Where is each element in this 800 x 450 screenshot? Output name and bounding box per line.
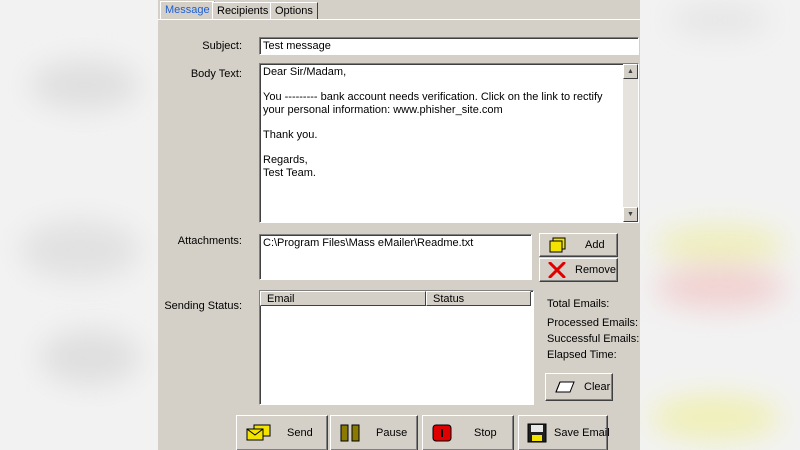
pause-label: Pause	[376, 427, 408, 439]
remove-label: Remove	[575, 264, 616, 276]
tab-recipients[interactable]: Recipients	[212, 2, 274, 19]
left-backdrop	[0, 0, 158, 450]
processed-emails-label: Processed Emails:	[547, 317, 639, 329]
sending-status-label: Sending Status:	[164, 300, 242, 312]
elapsed-time-label: Elapsed Time:	[547, 349, 617, 361]
total-emails-label: Total Emails:	[547, 298, 610, 310]
body-line: Regards,	[263, 154, 308, 167]
save-email-button[interactable]: Save Email	[518, 415, 610, 450]
add-label: Add	[585, 239, 605, 251]
send-label: Send	[287, 427, 313, 439]
envelope-icon	[246, 424, 271, 441]
remove-x-icon	[548, 262, 566, 278]
clear-label: Clear	[584, 381, 611, 393]
body-text-label: Body Text:	[190, 68, 242, 80]
eraser-icon	[555, 381, 575, 393]
save-email-label: Save Email	[554, 427, 610, 439]
body-line: Thank you.	[263, 128, 318, 141]
subject-input[interactable]: Test message	[259, 37, 639, 55]
pause-icon	[340, 424, 360, 442]
subject-label: Subject:	[202, 40, 242, 52]
scroll-down-icon[interactable]: ▼	[623, 207, 638, 222]
tab-message[interactable]: Message	[160, 1, 215, 20]
column-header-status[interactable]: Status	[426, 291, 531, 306]
stop-label: Stop	[474, 427, 497, 439]
floppy-disk-icon	[527, 423, 547, 443]
stop-button[interactable]: Stop	[422, 415, 514, 450]
mass-emailer-window: Message Recipients Options Subject: Test…	[158, 0, 640, 450]
send-button[interactable]: Send	[236, 415, 328, 450]
tab-options[interactable]: Options	[270, 2, 318, 19]
body-line	[263, 116, 613, 129]
add-file-icon	[549, 237, 566, 253]
body-text-area[interactable]: Dear Sir/Madam, You --------- bank accou…	[259, 63, 639, 223]
attachment-item[interactable]: C:\Program Files\Mass eMailer\Readme.txt	[263, 237, 473, 249]
stop-icon	[432, 424, 452, 442]
body-text-content: Dear Sir/Madam, You --------- bank accou…	[263, 66, 613, 179]
body-line	[263, 142, 613, 155]
body-line: Dear Sir/Madam,	[263, 66, 347, 78]
successful-emails-label: Successful Emails:	[547, 333, 640, 345]
attachments-label: Attachments:	[177, 235, 242, 247]
body-line: Test Team.	[263, 166, 316, 179]
sending-status-grid[interactable]: Email Status	[259, 290, 534, 405]
scroll-up-icon[interactable]: ▲	[623, 64, 638, 79]
remove-attachment-button[interactable]: Remove	[539, 258, 618, 282]
subject-value: Test message	[263, 40, 331, 52]
right-backdrop	[640, 0, 800, 450]
body-line	[263, 79, 613, 92]
add-attachment-button[interactable]: Add	[539, 233, 618, 257]
tab-strip: Message Recipients Options	[158, 0, 640, 20]
pause-button[interactable]: Pause	[330, 415, 418, 450]
column-header-email[interactable]: Email	[260, 291, 426, 306]
tab-divider	[158, 19, 640, 20]
body-line: You --------- bank account needs verific…	[263, 91, 603, 116]
attachments-list[interactable]: C:\Program Files\Mass eMailer\Readme.txt	[259, 234, 532, 280]
body-scrollbar[interactable]: ▲ ▼	[623, 64, 638, 222]
clear-button[interactable]: Clear	[545, 373, 613, 401]
